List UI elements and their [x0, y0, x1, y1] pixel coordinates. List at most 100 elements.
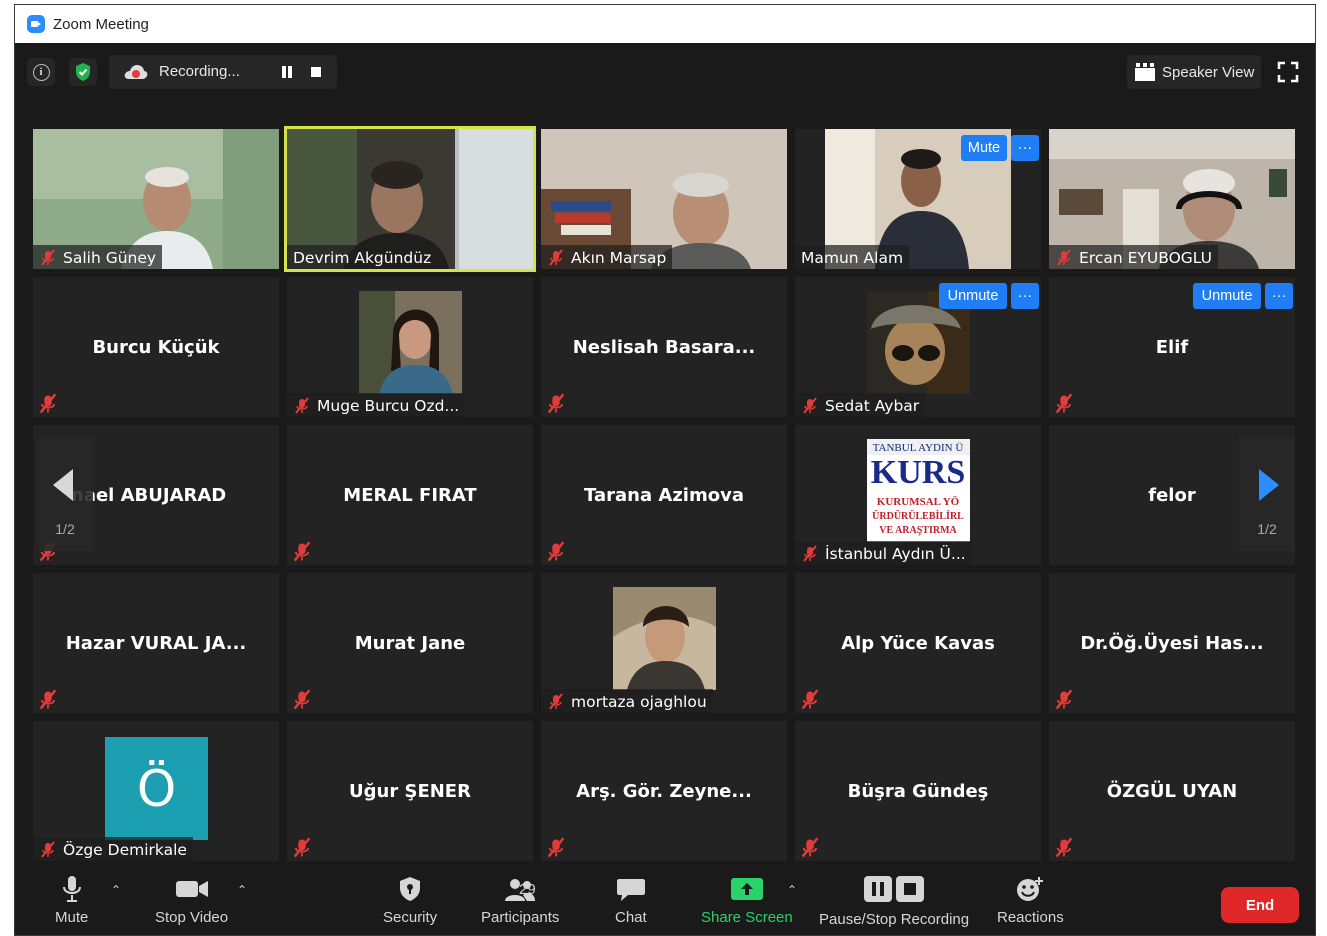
participant-tile[interactable]: mortaza ojaghlou	[541, 573, 787, 713]
video-camera-icon	[175, 881, 208, 897]
participant-name: Mamun Alam	[801, 249, 904, 267]
next-page-button[interactable]: 1/2	[1239, 437, 1295, 551]
chat-button[interactable]: Chat	[615, 875, 647, 926]
microphone-icon	[62, 876, 81, 902]
recording-label: Recording...	[159, 63, 240, 80]
info-icon: i	[32, 63, 50, 81]
photo-text: ÜRDÜRÜLEBİLİRL	[872, 509, 964, 522]
previous-page-button[interactable]: 1/2	[37, 437, 93, 551]
participant-tile[interactable]: Akın Marsap	[541, 129, 787, 269]
participant-tile[interactable]: Alp Yüce Kavas	[795, 573, 1041, 713]
participant-name-tag: Mamun Alam	[795, 245, 910, 269]
participant-tile[interactable]: Burcu Küçük	[33, 277, 279, 417]
participant-name: Devrim Akgündüz	[293, 249, 432, 267]
reactions-button[interactable]: Reactions	[997, 875, 1064, 926]
participants-label: Participants	[481, 909, 560, 926]
pause-stop-recording-button[interactable]: Pause/Stop Recording	[819, 875, 969, 928]
share-options-caret-icon[interactable]: ⌃	[787, 883, 797, 897]
participant-display-name: Alp Yüce Kavas	[841, 632, 995, 654]
participant-name: Salih Güney	[63, 249, 157, 267]
participants-button[interactable]: 29 Participants	[481, 875, 559, 926]
participant-tile[interactable]: Muge Burcu Ozd...	[287, 277, 533, 417]
muted-mic-icon	[1057, 249, 1071, 266]
reactions-label: Reactions	[997, 909, 1064, 926]
participant-tile[interactable]: Salih Güney	[33, 129, 279, 269]
participant-tile[interactable]: Tarana Azimova	[541, 425, 787, 565]
participant-tile[interactable]: Büşra Gündeş	[795, 721, 1041, 861]
participant-name: İstanbul Aydın Ü...	[825, 545, 966, 563]
participant-tile[interactable]: Elif Unmute ···	[1049, 277, 1295, 417]
muted-mic-icon	[1055, 689, 1073, 710]
stop-recording-icon[interactable]	[311, 67, 321, 77]
zoom-window: Zoom Meeting i Recording... Speaker View…	[14, 4, 1316, 936]
participant-tile-active-speaker[interactable]: Devrim Akgündüz	[284, 126, 536, 272]
participant-tile[interactable]: MERAL FIRAT	[287, 425, 533, 565]
fullscreen-icon[interactable]	[1277, 61, 1299, 83]
meeting-info-button[interactable]: i	[27, 58, 55, 86]
share-screen-icon	[730, 878, 763, 900]
meeting-top-bar: i Recording... Speaker View	[15, 55, 1315, 89]
participant-tile[interactable]: Hazar VURAL JA...	[33, 573, 279, 713]
share-screen-button[interactable]: Share Screen	[701, 875, 793, 926]
initial-avatar: Ö	[105, 737, 208, 840]
pause-recording-icon[interactable]	[281, 66, 293, 78]
muted-mic-icon	[803, 397, 817, 414]
muted-mic-icon	[39, 689, 57, 710]
muted-mic-icon	[803, 545, 817, 562]
more-options-button[interactable]: ···	[1265, 283, 1293, 309]
end-meeting-button[interactable]: End	[1221, 887, 1299, 923]
mute-participant-button[interactable]: Mute	[961, 135, 1007, 161]
participant-tile[interactable]: Ercan EYUBOGLU	[1049, 129, 1295, 269]
participant-name: Ercan EYUBOGLU	[1079, 249, 1212, 267]
profile-photo	[613, 587, 716, 690]
muted-mic-icon	[293, 541, 311, 562]
muted-mic-icon	[41, 249, 55, 266]
participant-name-tag: Akın Marsap	[541, 245, 673, 269]
arrow-right-icon	[1259, 469, 1279, 501]
mute-button[interactable]: Mute	[55, 875, 88, 926]
participant-tile[interactable]: Arş. Gör. Zeyne...	[541, 721, 787, 861]
muted-mic-icon	[293, 689, 311, 710]
participant-tile[interactable]: Unmute ··· Sedat Aybar	[795, 277, 1041, 417]
recording-indicator: Recording...	[109, 55, 337, 89]
muted-mic-icon	[547, 837, 565, 858]
muted-mic-icon	[547, 541, 565, 562]
security-label: Security	[383, 909, 438, 926]
participant-tile[interactable]: Neslisah Basara...	[541, 277, 787, 417]
participant-tile[interactable]: Dr.Öğ.Üyesi Has...	[1049, 573, 1295, 713]
participant-name-tag: Muge Burcu Ozd...	[287, 393, 466, 417]
unmute-participant-button[interactable]: Unmute	[939, 283, 1007, 309]
participant-tile[interactable]: TANBUL AYDIN Ü KURS KURUMSAL YÖ ÜRDÜRÜLE…	[795, 425, 1041, 565]
muted-mic-icon	[41, 841, 55, 858]
cloud-record-icon	[124, 65, 148, 79]
more-options-button[interactable]: ···	[1011, 283, 1039, 309]
stop-video-button[interactable]: Stop Video	[155, 875, 228, 926]
share-screen-label: Share Screen	[701, 909, 793, 926]
speaker-view-button[interactable]: Speaker View	[1127, 55, 1261, 89]
muted-mic-icon	[549, 249, 563, 266]
pause-stop-recording-label: Pause/Stop Recording	[819, 911, 970, 928]
participant-tile[interactable]: ÖZGÜL UYAN	[1049, 721, 1295, 861]
encryption-shield-button[interactable]	[69, 58, 97, 86]
audio-options-caret-icon[interactable]: ⌃	[111, 883, 121, 897]
participant-tile[interactable]: Ö Özge Demirkale	[33, 721, 279, 861]
muted-mic-icon	[293, 837, 311, 858]
participant-display-name: MERAL FIRAT	[343, 484, 477, 506]
profile-photo	[359, 291, 462, 394]
unmute-participant-button[interactable]: Unmute	[1193, 283, 1261, 309]
video-options-caret-icon[interactable]: ⌃	[237, 883, 247, 897]
participant-tile[interactable]: Murat Jane	[287, 573, 533, 713]
participant-name: mortaza ojaghlou	[571, 693, 707, 711]
security-button[interactable]: Security	[383, 875, 437, 926]
participant-tile[interactable]: Mute ··· Mamun Alam	[795, 129, 1041, 269]
more-options-button[interactable]: ···	[1011, 135, 1039, 161]
participant-tile[interactable]: Uğur ŞENER	[287, 721, 533, 861]
participant-display-name: Hazar VURAL JA...	[65, 632, 247, 654]
participant-name-tag: İstanbul Aydın Ü...	[795, 541, 972, 565]
pause-stop-recording-icon	[864, 876, 925, 902]
chat-label: Chat	[615, 909, 647, 926]
muted-mic-icon	[1055, 393, 1073, 414]
profile-photo: TANBUL AYDIN Ü KURS KURUMSAL YÖ ÜRDÜRÜLE…	[867, 439, 970, 542]
participant-name-tag: mortaza ojaghlou	[541, 689, 713, 713]
participant-display-name: Büşra Gündeş	[847, 780, 989, 802]
